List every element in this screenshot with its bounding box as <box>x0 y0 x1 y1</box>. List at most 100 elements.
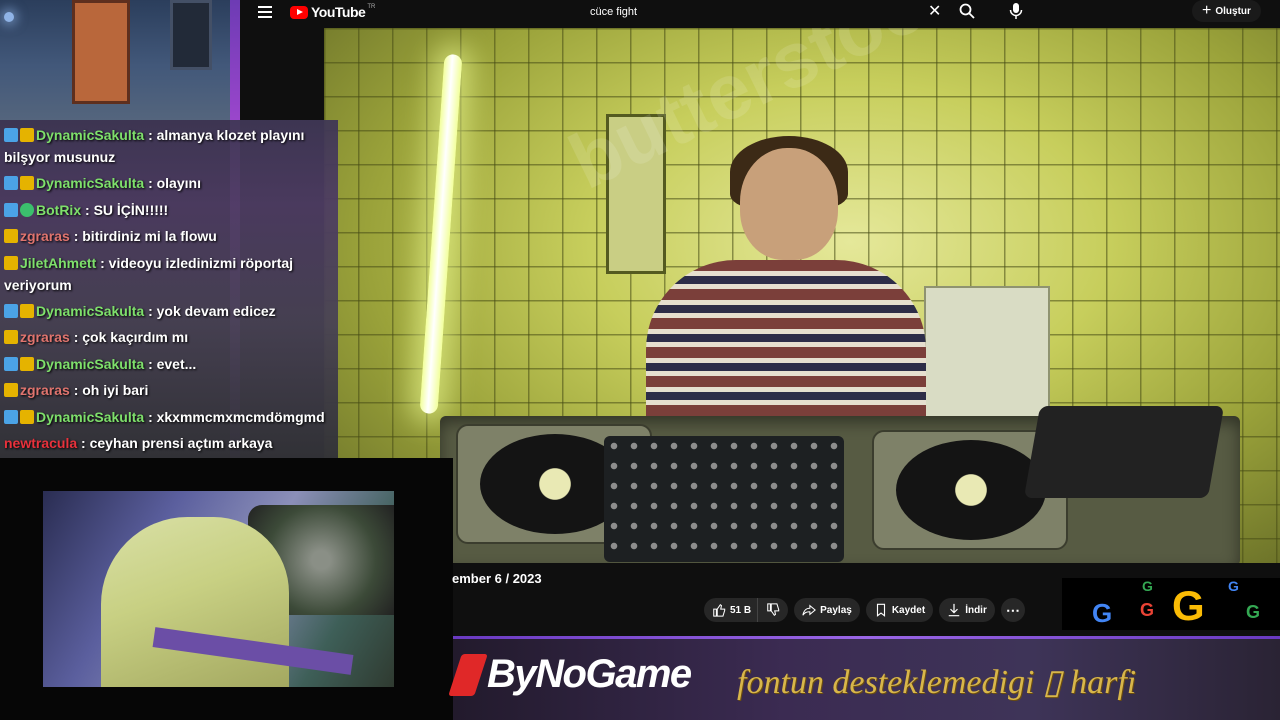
chat-text: : ceyhan prensi açtım arkaya <box>81 435 273 451</box>
prime-badge-icon <box>4 202 18 217</box>
chat-username[interactable]: DynamicSakulta <box>36 356 144 372</box>
youtube-topbar: YouTube TR ✕ + Oluştur <box>240 0 1280 28</box>
chat-username[interactable]: BotRix <box>36 202 81 218</box>
street-lamp <box>4 12 14 22</box>
sub-badge-icon <box>4 229 18 243</box>
chat-text: : xkxmmcmxmcmdömgmd <box>148 408 325 425</box>
chat-username[interactable]: newtracula <box>4 435 77 451</box>
clear-search-icon[interactable]: ✕ <box>928 3 941 21</box>
chat-text: : evet... <box>148 355 197 372</box>
chat-text: : SU İÇİN!!!!! <box>85 201 169 218</box>
dj-mixer <box>604 436 844 562</box>
plus-icon: + <box>1202 2 1212 19</box>
sub-badge-icon <box>20 356 34 371</box>
prime-badge-icon <box>4 176 18 190</box>
google-g-icon: G <box>1092 598 1113 628</box>
search-input[interactable] <box>578 2 918 22</box>
dislike-button[interactable] <box>757 598 789 622</box>
chat-username[interactable]: DynamicSakulta <box>36 175 144 191</box>
chat-username[interactable]: DynamicSakulta <box>36 409 144 425</box>
prime-badge-icon <box>4 303 18 318</box>
bot-badge-icon <box>20 202 34 217</box>
bynogame-logo-icon <box>448 654 488 696</box>
share-label: Paylaş <box>820 604 852 616</box>
thumbs-up-icon <box>713 603 726 617</box>
chat-message: zgraras : oh iyi bari <box>4 377 334 404</box>
prime-badge-icon <box>4 356 18 371</box>
video-player[interactable]: butterstock <box>324 28 1280 563</box>
microphone-icon[interactable] <box>1008 2 1024 20</box>
chat-message: DynamicSakulta : almanya klozet playını … <box>4 122 334 170</box>
create-button[interactable]: + Oluştur <box>1192 0 1261 22</box>
sub-badge-icon <box>4 255 18 270</box>
chat-message: zgraras : çok kaçırdım mı <box>4 324 334 351</box>
download-button[interactable]: İndir <box>939 598 995 622</box>
bynogame-logo-text: ByNoGame <box>487 652 692 696</box>
chat-text: : oh iyi bari <box>73 382 149 398</box>
search-icon[interactable] <box>959 3 975 19</box>
lit-window <box>72 0 130 104</box>
google-g-icon: G <box>1172 582 1205 629</box>
create-label: Oluştur <box>1215 5 1251 17</box>
chat-message: JiletAhmett : videoyu izledinizmi röport… <box>4 250 334 298</box>
chat-username[interactable]: zgraras <box>20 329 70 345</box>
google-g-icon: G <box>1228 578 1239 594</box>
font-fallback-message: fontun desteklemedigi ▯ harfi <box>737 664 1137 701</box>
chat-username[interactable]: zgraras <box>20 228 70 244</box>
like-button[interactable]: 51 B <box>704 598 758 622</box>
chat-text: : yok devam edicez <box>148 302 276 319</box>
chat-username[interactable]: zgraras <box>20 382 70 398</box>
share-button[interactable]: Paylaş <box>794 598 860 622</box>
sponsor-banner: ByNoGame fontun desteklemedigi ▯ harfi <box>448 636 1280 720</box>
chat-message-list: DynamicSakulta : almanya klozet playını … <box>4 122 334 457</box>
right-record <box>896 440 1046 540</box>
prime-badge-icon <box>4 128 18 142</box>
upload-date: ember 6 / 2023 <box>452 571 542 586</box>
more-actions-button[interactable]: ⋯ <box>1000 598 1025 622</box>
more-icon: ⋯ <box>1005 601 1020 618</box>
download-label: İndir <box>965 604 987 616</box>
google-g-icon: G <box>1140 600 1155 620</box>
sub-badge-icon <box>20 303 34 318</box>
thumbs-down-icon <box>767 603 780 617</box>
chat-message: newtracula : ceyhan prensi açtım arkaya <box>4 430 334 457</box>
cdj-player <box>1023 406 1225 498</box>
record-shelf <box>924 286 1050 426</box>
chat-message: DynamicSakulta : xkxmmcmxmcmdömgmd <box>4 404 334 431</box>
google-g-icon: G <box>1142 578 1153 594</box>
chat-text: : çok kaçırdım mı <box>73 329 189 345</box>
sub-badge-icon <box>4 383 18 397</box>
youtube-logo[interactable]: YouTube TR <box>290 4 375 20</box>
video-actions: 51 B Paylaş Kaydet İndir ⋯ <box>704 597 1025 623</box>
download-icon <box>948 603 960 617</box>
chat-username[interactable]: DynamicSakulta <box>36 127 144 143</box>
save-button[interactable]: Kaydet <box>865 598 934 622</box>
share-icon <box>802 604 817 616</box>
sub-badge-icon <box>4 330 18 344</box>
dj-head <box>740 148 838 260</box>
google-logo-animation: G G G G G G <box>1062 578 1280 630</box>
corner-background-scene <box>0 0 240 120</box>
save-label: Kaydet <box>891 604 926 616</box>
chat-message: zgraras : bitirdiniz mi la flowu <box>4 223 334 250</box>
dark-window <box>170 0 212 70</box>
search-box: ✕ <box>578 2 948 22</box>
google-g-icon: G <box>1246 602 1261 622</box>
sub-badge-icon <box>20 409 34 424</box>
youtube-play-icon <box>290 5 308 19</box>
youtube-brand-text: YouTube <box>311 4 366 20</box>
chat-text: : bitirdiniz mi la flowu <box>73 228 217 244</box>
sub-badge-icon <box>20 128 34 142</box>
chat-message: DynamicSakulta : olayını <box>4 170 334 197</box>
sub-badge-icon <box>20 176 34 190</box>
prime-badge-icon <box>4 409 18 424</box>
chat-text: : olayını <box>148 175 201 191</box>
chat-message: BotRix : SU İÇİN!!!!! <box>4 197 334 224</box>
chat-message: DynamicSakulta : evet... <box>4 351 334 378</box>
like-count: 51 B <box>730 604 752 616</box>
country-code: TR <box>367 4 376 10</box>
chat-message: DynamicSakulta : yok devam edicez <box>4 298 334 325</box>
chat-username[interactable]: JiletAhmett <box>20 255 96 271</box>
chat-username[interactable]: DynamicSakulta <box>36 303 144 319</box>
menu-icon[interactable] <box>258 6 272 18</box>
